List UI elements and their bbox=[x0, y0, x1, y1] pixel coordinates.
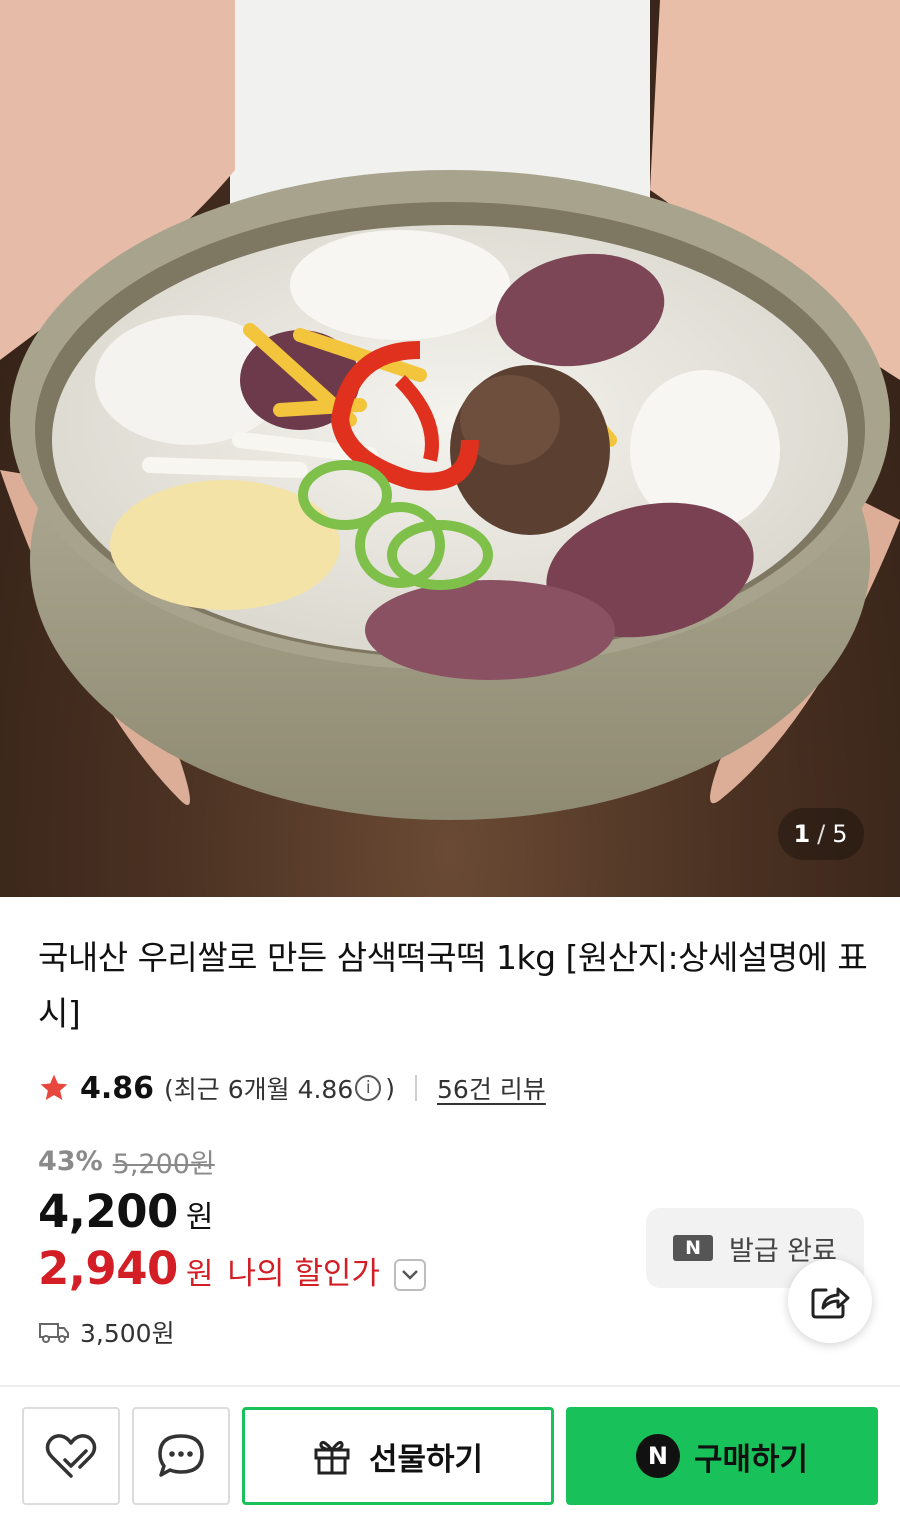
buy-button[interactable]: N 구매하기 bbox=[566, 1407, 878, 1505]
reviews-link[interactable]: 56건 리뷰 bbox=[437, 1070, 546, 1106]
recent-rating: (최근 6개월 4.86 i ) bbox=[164, 1070, 395, 1106]
my-discount-price: 2,940 원 나의 할인가 bbox=[38, 1242, 426, 1295]
counter-total: 5 bbox=[832, 820, 849, 848]
gift-button[interactable]: 선물하기 bbox=[242, 1407, 554, 1505]
rating-score: 4.86 bbox=[80, 1070, 155, 1106]
counter-separator: / bbox=[817, 820, 827, 848]
counter-current: 1 bbox=[793, 820, 812, 848]
my-price-value: 2,940 bbox=[38, 1242, 178, 1295]
truck-icon bbox=[39, 1323, 69, 1343]
rating-divider bbox=[415, 1075, 418, 1101]
original-price: 5,200원 bbox=[112, 1149, 215, 1180]
naver-badge: N bbox=[673, 1235, 714, 1261]
info-icon[interactable]: i bbox=[355, 1075, 382, 1101]
gift-button-label: 선물하기 bbox=[368, 1441, 484, 1478]
sale-price: 4,200 원 bbox=[38, 1185, 213, 1238]
recent-rating-close: ) bbox=[385, 1073, 396, 1103]
tteokguk-photo bbox=[0, 0, 900, 820]
heart-icon bbox=[45, 1434, 97, 1478]
sale-price-unit: 원 bbox=[185, 1200, 214, 1235]
shipping-fee-value: 3,500원 bbox=[80, 1319, 175, 1348]
discount-rate: 43% bbox=[38, 1146, 103, 1177]
naver-pay-icon: N bbox=[635, 1434, 680, 1478]
sale-price-value: 4,200 bbox=[38, 1185, 178, 1238]
image-page-counter: 1 / 5 bbox=[778, 808, 864, 860]
talktalk-chat-button[interactable] bbox=[132, 1407, 230, 1505]
rating-row: 4.86 (최근 6개월 4.86 i ) 56건 리뷰 bbox=[38, 1066, 546, 1110]
star-icon bbox=[40, 1074, 68, 1100]
my-price-expand-button[interactable] bbox=[393, 1258, 426, 1291]
shipping-fee: 3,500원 bbox=[38, 1314, 175, 1350]
my-price-unit: 원 bbox=[185, 1257, 214, 1292]
gift-icon bbox=[314, 1441, 350, 1475]
wishlist-button[interactable] bbox=[22, 1407, 120, 1505]
chat-bubble-icon bbox=[158, 1434, 204, 1477]
share-button[interactable] bbox=[788, 1259, 872, 1343]
my-price-label: 나의 할인가 bbox=[227, 1256, 380, 1292]
chevron-down-icon bbox=[402, 1269, 418, 1280]
bottom-bar-divider bbox=[0, 1385, 900, 1387]
recent-rating-text: (최근 6개월 4.86 bbox=[164, 1075, 354, 1104]
product-title: 국내산 우리쌀로 만든 삼색떡국떡 1kg [원산지:상세설명에 표시] bbox=[38, 938, 868, 1033]
buy-button-label: 구매하기 bbox=[693, 1441, 809, 1478]
product-image[interactable]: 1 / 5 bbox=[0, 0, 900, 897]
discount-row: 43% 5,200원 bbox=[38, 1142, 215, 1181]
share-icon bbox=[811, 1287, 850, 1319]
